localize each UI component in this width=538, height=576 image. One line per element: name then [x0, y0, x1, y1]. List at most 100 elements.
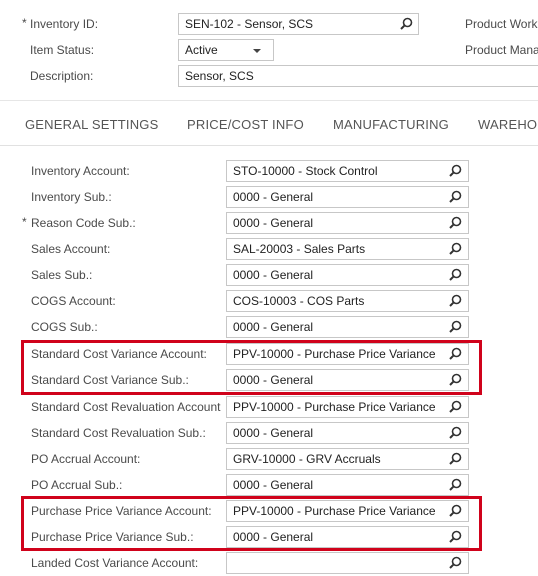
- required-marker: *: [22, 16, 27, 30]
- magnifier-icon[interactable]: [447, 529, 463, 545]
- field-value: 0000 - General: [233, 530, 314, 544]
- field-value: COS-10003 - COS Parts: [233, 294, 365, 308]
- item-status-dropdown[interactable]: Active: [178, 39, 274, 61]
- form-row: Inventory Account: STO-10000 - Stock Con…: [0, 159, 538, 185]
- subaccount-selector[interactable]: 0000 - General: [226, 422, 469, 444]
- row-label: Reason Code Sub.:: [31, 216, 136, 230]
- row-label: Standard Cost Variance Account:: [31, 347, 207, 361]
- field-value: PPV-10000 - Purchase Price Variance: [233, 504, 436, 518]
- subaccount-selector[interactable]: 0000 - General: [226, 526, 469, 548]
- field-value: 0000 - General: [233, 190, 314, 204]
- field-value: 0000 - General: [233, 478, 314, 492]
- magnifier-icon[interactable]: [447, 346, 463, 362]
- form-row: Standard Cost Revaluation Sub.: 0000 - G…: [0, 421, 538, 447]
- form-row: COGS Account: COS-10003 - COS Parts: [0, 289, 538, 315]
- magnifier-icon[interactable]: [447, 241, 463, 257]
- subaccount-selector[interactable]: 0000 - General: [226, 316, 469, 338]
- account-selector[interactable]: [226, 552, 469, 574]
- form-row: PO Accrual Account: GRV-10000 - GRV Accr…: [0, 447, 538, 473]
- account-selector[interactable]: GRV-10000 - GRV Accruals: [226, 448, 469, 470]
- magnifier-icon[interactable]: [447, 189, 463, 205]
- subaccount-selector[interactable]: 0000 - General: [226, 474, 469, 496]
- chevron-down-icon: [253, 49, 261, 53]
- magnifier-icon[interactable]: [447, 319, 463, 335]
- row-label: PO Accrual Account:: [31, 452, 141, 466]
- form-row: Sales Sub.: 0000 - General: [0, 263, 538, 289]
- field-value: 0000 - General: [233, 216, 314, 230]
- description-row: Description: Sensor, SCS: [0, 65, 538, 89]
- magnifier-icon[interactable]: [447, 555, 463, 571]
- account-selector[interactable]: PPV-10000 - Purchase Price Variance: [226, 500, 469, 522]
- magnifier-icon[interactable]: [447, 477, 463, 493]
- magnifier-icon[interactable]: [447, 425, 463, 441]
- row-label: Purchase Price Variance Account:: [31, 504, 212, 518]
- tab-price-cost-info[interactable]: PRICE/COST INFO: [187, 117, 304, 132]
- form-row: * Reason Code Sub.: 0000 - General: [0, 211, 538, 237]
- tab-general-settings[interactable]: GENERAL SETTINGS: [25, 117, 158, 132]
- row-label: COGS Sub.:: [31, 320, 98, 334]
- row-label: PO Accrual Sub.:: [31, 478, 123, 492]
- form-row: Standard Cost Variance Account: PPV-1000…: [0, 342, 538, 368]
- row-label: Sales Sub.:: [31, 268, 93, 282]
- tab-warehouse[interactable]: WAREHOU: [478, 117, 538, 132]
- magnifier-icon[interactable]: [447, 372, 463, 388]
- description-input[interactable]: Sensor, SCS: [178, 65, 538, 87]
- form-row: Standard Cost Variance Sub.: 0000 - Gene…: [0, 368, 538, 394]
- subaccount-selector[interactable]: 0000 - General: [226, 264, 469, 286]
- inventory-id-selector[interactable]: SEN-102 - Sensor, SCS: [178, 13, 419, 35]
- form-row: PO Accrual Sub.: 0000 - General: [0, 473, 538, 499]
- required-marker: *: [22, 215, 27, 229]
- account-selector[interactable]: PPV-10000 - Purchase Price Variance: [226, 396, 469, 418]
- form-row: Purchase Price Variance Account: PPV-100…: [0, 499, 538, 525]
- inventory-item-form: * Inventory ID: SEN-102 - Sensor, SCS Pr…: [0, 0, 538, 576]
- inventory-id-value: SEN-102 - Sensor, SCS: [185, 17, 314, 31]
- subaccount-selector[interactable]: 0000 - General: [226, 186, 469, 208]
- form-row: Inventory Sub.: 0000 - General: [0, 185, 538, 211]
- field-value: SAL-20003 - Sales Parts: [233, 242, 366, 256]
- magnifier-icon[interactable]: [447, 451, 463, 467]
- magnifier-icon[interactable]: [398, 16, 414, 32]
- form-row: COGS Sub.: 0000 - General: [0, 315, 538, 341]
- row-label: Standard Cost Variance Sub.:: [31, 373, 189, 387]
- field-value: STO-10000 - Stock Control: [233, 164, 378, 178]
- form-row: Standard Cost Revaluation Account: PPV-1…: [0, 395, 538, 421]
- item-header: * Inventory ID: SEN-102 - Sensor, SCS Pr…: [0, 0, 538, 100]
- description-value: Sensor, SCS: [185, 69, 254, 83]
- magnifier-icon[interactable]: [447, 293, 463, 309]
- product-manager-label: Product Mana: [465, 43, 538, 57]
- row-label: Standard Cost Revaluation Account:: [31, 400, 221, 414]
- magnifier-icon[interactable]: [447, 215, 463, 231]
- field-value: 0000 - General: [233, 320, 314, 334]
- field-value: 0000 - General: [233, 268, 314, 282]
- field-value: 0000 - General: [233, 426, 314, 440]
- field-value: PPV-10000 - Purchase Price Variance: [233, 400, 436, 414]
- item-status-label: Item Status:: [30, 43, 95, 57]
- magnifier-icon[interactable]: [447, 503, 463, 519]
- subaccount-selector[interactable]: 0000 - General: [226, 212, 469, 234]
- row-label: Landed Cost Variance Account:: [31, 556, 199, 570]
- item-status-value: Active: [185, 43, 218, 57]
- form-row: Sales Account: SAL-20003 - Sales Parts: [0, 237, 538, 263]
- account-selector[interactable]: COS-10003 - COS Parts: [226, 290, 469, 312]
- row-label: Sales Account:: [31, 242, 111, 256]
- row-label: Purchase Price Variance Sub.:: [31, 530, 194, 544]
- item-status-row: Item Status: Active Product Mana: [0, 39, 538, 63]
- magnifier-icon[interactable]: [447, 163, 463, 179]
- account-selector[interactable]: SAL-20003 - Sales Parts: [226, 238, 469, 260]
- row-label: Inventory Sub.:: [31, 190, 112, 204]
- subaccount-selector[interactable]: 0000 - General: [226, 369, 469, 391]
- account-selector[interactable]: PPV-10000 - Purchase Price Variance: [226, 343, 469, 365]
- row-label: Standard Cost Revaluation Sub.:: [31, 426, 206, 440]
- tab-manufacturing[interactable]: MANUFACTURING: [333, 117, 449, 132]
- inventory-id-label: Inventory ID:: [30, 17, 99, 31]
- product-workgroup-label: Product Work: [465, 17, 538, 31]
- magnifier-icon[interactable]: [447, 267, 463, 283]
- account-selector[interactable]: STO-10000 - Stock Control: [226, 160, 469, 182]
- row-label: Inventory Account:: [31, 164, 130, 178]
- row-label: COGS Account:: [31, 294, 116, 308]
- description-label: Description:: [30, 69, 94, 83]
- tab-bar: GENERAL SETTINGS PRICE/COST INFO MANUFAC…: [0, 100, 538, 146]
- magnifier-icon[interactable]: [447, 399, 463, 415]
- field-value: 0000 - General: [233, 373, 314, 387]
- form-row: Purchase Price Variance Sub.: 0000 - Gen…: [0, 525, 538, 551]
